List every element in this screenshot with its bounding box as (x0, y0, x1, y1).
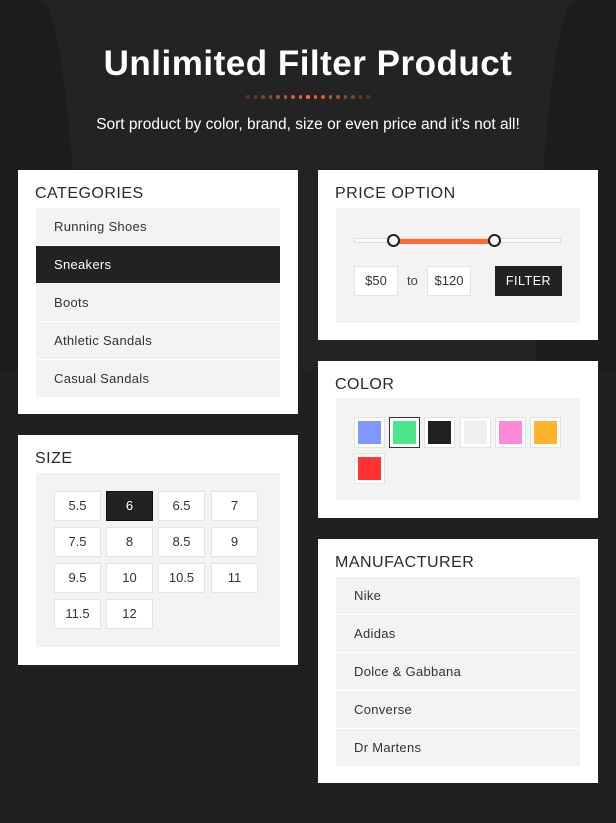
size-option[interactable]: 6 (106, 491, 153, 521)
divider-dot (336, 95, 340, 99)
size-option[interactable]: 8.5 (158, 527, 205, 557)
size-option[interactable]: 11 (211, 563, 258, 593)
size-option[interactable]: 5.5 (54, 491, 101, 521)
category-item[interactable]: Boots (36, 284, 280, 321)
divider-dot (343, 95, 348, 99)
filter-button[interactable]: FILTER (495, 266, 562, 296)
color-fill (534, 421, 557, 444)
divider-dot (306, 95, 310, 99)
divider-dot (298, 95, 303, 99)
manufacturer-item[interactable]: Dr Martens (336, 729, 580, 766)
size-option[interactable]: 7 (211, 491, 258, 521)
price-slider-min-handle[interactable] (386, 234, 400, 247)
color-swatch[interactable] (354, 417, 385, 448)
size-option[interactable]: 9 (211, 527, 258, 557)
color-fill (498, 421, 522, 444)
color-fill (428, 421, 452, 444)
price-slider-range (393, 239, 495, 244)
color-swatches (336, 398, 580, 500)
divider-dot (291, 95, 295, 99)
categories-title: CATEGORIES (35, 185, 144, 202)
manufacturer-item[interactable]: Dolce & Gabbana (336, 653, 580, 690)
size-option[interactable]: 7.5 (54, 527, 101, 557)
divider-dot (313, 95, 318, 99)
category-item[interactable]: Athletic Sandals (36, 322, 280, 359)
page-subtitle: Sort product by color, brand, size or ev… (96, 116, 520, 133)
divider-dot (328, 95, 333, 99)
price-min-input[interactable]: $50 (354, 266, 398, 296)
divider-dot (261, 95, 265, 99)
color-swatch[interactable] (389, 417, 421, 448)
size-grid: 5.5 6 6.5 7 7.5 8 8.5 9 9.5 10 10.5 11 11.5 12 (36, 473, 280, 647)
categories-list: Running Shoes Sneakers Boots Athletic Sanda… (36, 208, 280, 398)
color-title: COLOR (335, 376, 395, 393)
color-swatch[interactable] (530, 417, 561, 448)
manufacturer-item[interactable]: Nike (336, 577, 580, 614)
color-card: COLOR (318, 361, 598, 518)
size-option[interactable]: 9.5 (54, 563, 101, 593)
price-card: PRICE OPTION $50 to $120 FILTER (318, 170, 598, 340)
category-item[interactable]: Casual Sandals (36, 360, 280, 397)
price-to-label: to (407, 273, 418, 288)
categories-card: CATEGORIES Running Shoes Sneakers Boots Ath… (18, 170, 298, 414)
price-panel: $50 to $120 FILTER (336, 208, 580, 323)
size-option[interactable]: 11.5 (54, 599, 101, 629)
price-slider-max-handle[interactable] (488, 234, 502, 247)
manufacturer-title: MANUFACTURER (335, 554, 475, 571)
size-option[interactable]: 8 (106, 527, 153, 557)
divider-dot (321, 95, 325, 99)
manufacturer-list: Nike Adidas Dolce & Gabbana Converse Dr Mart… (336, 577, 580, 767)
divider-dot (276, 95, 280, 99)
size-option[interactable]: 6.5 (158, 491, 205, 521)
size-option[interactable]: 10.5 (158, 563, 205, 593)
color-fill (463, 421, 487, 444)
size-title: SIZE (35, 450, 73, 467)
color-fill (358, 421, 381, 444)
category-item[interactable]: Running Shoes (36, 208, 280, 245)
color-fill (393, 421, 417, 444)
color-swatch[interactable] (459, 417, 491, 448)
divider-dot (351, 95, 355, 99)
divider-dot (246, 95, 250, 99)
manufacturer-item[interactable]: Converse (336, 691, 580, 728)
color-swatch[interactable] (354, 453, 385, 484)
divider-dot (253, 95, 258, 99)
divider-dot (283, 95, 288, 99)
color-fill (358, 457, 381, 480)
divider-dot (358, 95, 363, 99)
manufacturer-card: MANUFACTURER Nike Adidas Dolce & Gabbana Co… (318, 539, 598, 783)
divider-dot (366, 95, 370, 99)
divider-dot (268, 95, 273, 99)
size-option[interactable]: 12 (106, 599, 153, 629)
page-title: Unlimited Filter Product (103, 44, 513, 83)
price-max-input[interactable]: $120 (427, 266, 471, 296)
dot-divider (0, 95, 616, 99)
manufacturer-item[interactable]: Adidas (336, 615, 580, 652)
price-title: PRICE OPTION (335, 185, 456, 202)
category-item[interactable]: Sneakers (36, 246, 280, 283)
size-option[interactable]: 10 (106, 563, 153, 593)
color-swatch[interactable] (424, 417, 456, 448)
size-card: SIZE 5.5 6 6.5 7 7.5 8 8.5 9 9.5 10 10.5 11 11.5 12 (18, 435, 298, 665)
color-swatch[interactable] (494, 417, 526, 448)
